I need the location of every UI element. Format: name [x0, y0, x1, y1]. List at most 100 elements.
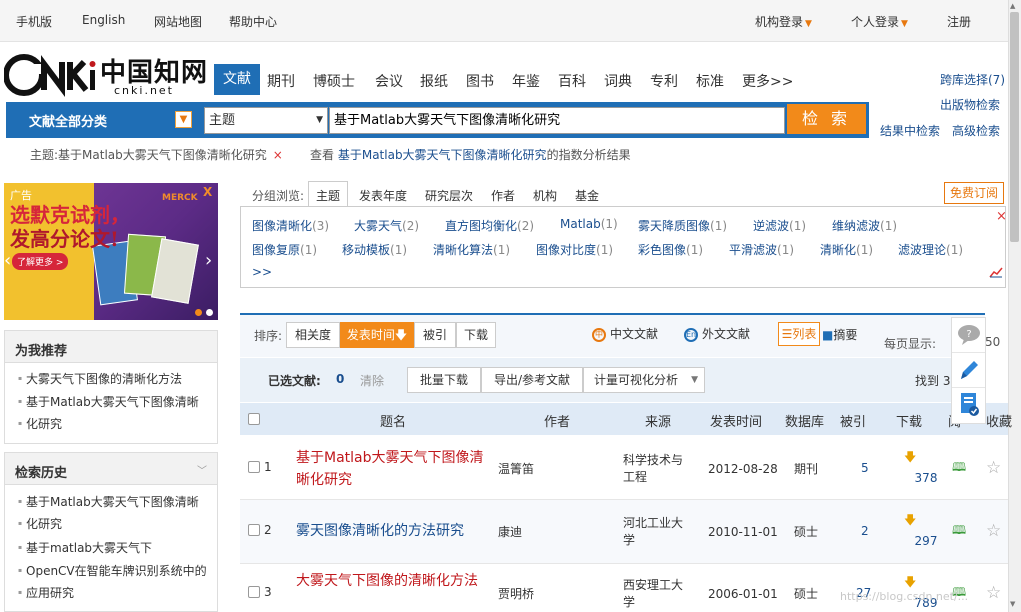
result-source[interactable]: 河北工业大学	[623, 515, 693, 549]
view-list-button[interactable]: ☰列表	[778, 322, 820, 346]
scroll-down-icon[interactable]: ▼	[1010, 600, 1015, 608]
english-link[interactable]: English	[82, 13, 125, 27]
close-icon[interactable]: ×	[996, 209, 1007, 224]
group-tab-fund[interactable]: 基金	[575, 187, 599, 204]
result-source[interactable]: 西安理工大学	[623, 577, 693, 611]
scrollbar-thumb[interactable]	[1010, 12, 1019, 242]
history-item[interactable]: OpenCV在智能车牌识别系统中的	[18, 560, 207, 582]
history-item-cont[interactable]: 应用研究	[18, 582, 74, 604]
recommend-item[interactable]: 基于Matlab大雾天气下图像清晰	[18, 391, 199, 413]
result-download-count[interactable]: 297	[911, 534, 941, 548]
ad-close-icon[interactable]: X	[203, 185, 212, 199]
star-icon[interactable]: ☆	[986, 521, 1001, 541]
group-tab-topic[interactable]: 主题	[316, 187, 340, 204]
result-title-link[interactable]: 大雾天气下图像的清晰化方法	[296, 570, 496, 592]
feedback-chat-icon[interactable]: ?	[952, 318, 985, 353]
tab-dictionary[interactable]: 词典	[604, 71, 632, 91]
result-download-count[interactable]: 378	[911, 471, 941, 485]
group-tab-org[interactable]: 机构	[533, 187, 557, 204]
topic-tag[interactable]: 雾天降质图像(1)	[638, 217, 727, 234]
export-button[interactable]: 导出/参考文献	[481, 367, 583, 393]
result-title-link[interactable]: 雾天图像清晰化的方法研究	[296, 520, 496, 542]
chevron-down-icon[interactable]: ﹀	[197, 462, 207, 477]
cnki-logo[interactable]: 中国知网 cnki.net	[3, 50, 209, 100]
ad-more-button[interactable]: 了解更多 >	[12, 253, 69, 270]
tab-newspaper[interactable]: 报纸	[420, 71, 448, 91]
search-field-select[interactable]: 主题 ▼	[204, 107, 328, 134]
topic-tag[interactable]: 逆滤波(1)	[753, 217, 806, 234]
search-in-results-link[interactable]: 结果中检索	[880, 122, 940, 139]
tab-standard[interactable]: 标准	[696, 71, 724, 91]
topic-tag[interactable]: 图像复原(1)	[252, 241, 317, 258]
result-author[interactable]: 温箐笛	[498, 461, 534, 478]
topic-tag[interactable]: 彩色图像(1)	[638, 241, 703, 258]
history-item[interactable]: 基于matlab大雾天气下	[18, 537, 152, 559]
star-icon[interactable]: ☆	[986, 583, 1001, 603]
result-author[interactable]: 康迪	[498, 524, 522, 541]
group-tab-author[interactable]: 作者	[491, 187, 515, 204]
download-icon[interactable]: 🡇	[904, 514, 916, 526]
download-icon[interactable]: 🡇	[904, 451, 916, 463]
index-analysis-link[interactable]: 基于Matlab大雾天气下图像清晰化研究	[338, 148, 547, 162]
personal-login-link[interactable]: 个人登录 ▼	[851, 13, 908, 30]
topic-tag[interactable]: 图像清晰化(3)	[252, 217, 329, 234]
search-input[interactable]: 基于Matlab大雾天气下图像清晰化研究	[329, 107, 785, 134]
tab-encyclopedia[interactable]: 百科	[558, 71, 586, 91]
remove-condition-icon[interactable]: ×	[273, 148, 283, 162]
visual-analysis-button[interactable]: 计量可视化分析 ▼	[583, 367, 705, 393]
read-book-icon[interactable]: 🕮	[952, 524, 968, 536]
subscribe-button[interactable]: 免费订阅	[944, 182, 1004, 204]
result-author[interactable]: 贾明桥	[498, 586, 534, 603]
history-item-cont[interactable]: 化研究	[18, 513, 62, 535]
tab-book[interactable]: 图书	[466, 71, 494, 91]
topic-tag[interactable]: 平滑滤波(1)	[729, 241, 794, 258]
tab-more[interactable]: 更多>>	[742, 71, 793, 91]
mobile-link[interactable]: 手机版	[16, 13, 52, 30]
group-tab-level[interactable]: 研究层次	[425, 187, 473, 204]
publication-search-link[interactable]: 出版物检索	[940, 96, 1000, 113]
more-tags-link[interactable]: >>	[252, 265, 272, 279]
row-checkbox[interactable]	[248, 524, 260, 536]
chart-icon[interactable]	[989, 266, 1003, 281]
result-title-link[interactable]: 基于Matlab大雾天气下图像清晰化研究	[296, 447, 496, 491]
history-item[interactable]: 基于Matlab大雾天气下图像清晰	[18, 491, 199, 513]
recommend-item[interactable]: 大雾天气下图像的清晰化方法	[18, 368, 182, 390]
result-cite-count[interactable]: 5	[861, 461, 869, 475]
star-icon[interactable]: ☆	[986, 458, 1001, 478]
view-abstract-button[interactable]: ■摘要	[822, 326, 857, 343]
category-chevron-icon[interactable]: ▼	[175, 111, 192, 128]
row-checkbox[interactable]	[248, 586, 260, 598]
ad-prev-icon[interactable]: ‹	[4, 250, 11, 271]
topic-tag[interactable]: 大雾天气(2)	[354, 217, 419, 234]
org-login-link[interactable]: 机构登录 ▼	[755, 13, 812, 30]
cross-db-select-link[interactable]: 跨库选择(7)	[940, 71, 1005, 88]
topic-tag[interactable]: 清晰化算法(1)	[433, 241, 510, 258]
foreign-docs-link[interactable]: En 外文文献	[684, 325, 750, 342]
document-check-icon[interactable]	[952, 388, 985, 423]
download-icon[interactable]: 🡇	[904, 576, 916, 588]
edit-pen-icon[interactable]	[952, 353, 985, 388]
sort-download-button[interactable]: 下载	[456, 322, 496, 348]
topic-tag[interactable]: 滤波理论(1)	[898, 241, 963, 258]
tab-thesis[interactable]: 博硕士	[313, 71, 355, 91]
search-button[interactable]: 检 索	[787, 104, 866, 134]
topic-tag[interactable]: Matlab(1)	[560, 217, 618, 231]
clear-selection-link[interactable]: 清除	[360, 372, 384, 389]
batch-download-button[interactable]: 批量下载	[407, 367, 481, 393]
carousel-dot[interactable]	[206, 309, 213, 316]
carousel-dot[interactable]	[195, 309, 202, 316]
topic-tag[interactable]: 直方图均衡化(2)	[445, 217, 534, 234]
result-cite-count[interactable]: 2	[861, 524, 869, 538]
tab-conference[interactable]: 会议	[375, 71, 403, 91]
tab-yearbook[interactable]: 年鉴	[512, 71, 540, 91]
tab-literature[interactable]: 文献	[214, 64, 260, 95]
result-source[interactable]: 科学技术与工程	[623, 452, 693, 486]
help-link[interactable]: 帮助中心	[229, 13, 277, 30]
tab-journal[interactable]: 期刊	[267, 71, 295, 91]
topic-tag[interactable]: 图像对比度(1)	[536, 241, 613, 258]
per-page-50[interactable]: 50	[985, 335, 1000, 349]
advanced-search-link[interactable]: 高级检索	[952, 122, 1000, 139]
ad-banner[interactable]: 广告 选默克试剂， 发高分论文! 了解更多 > MERCK X	[4, 183, 218, 320]
tab-patent[interactable]: 专利	[650, 71, 678, 91]
select-all-checkbox[interactable]	[248, 413, 260, 425]
